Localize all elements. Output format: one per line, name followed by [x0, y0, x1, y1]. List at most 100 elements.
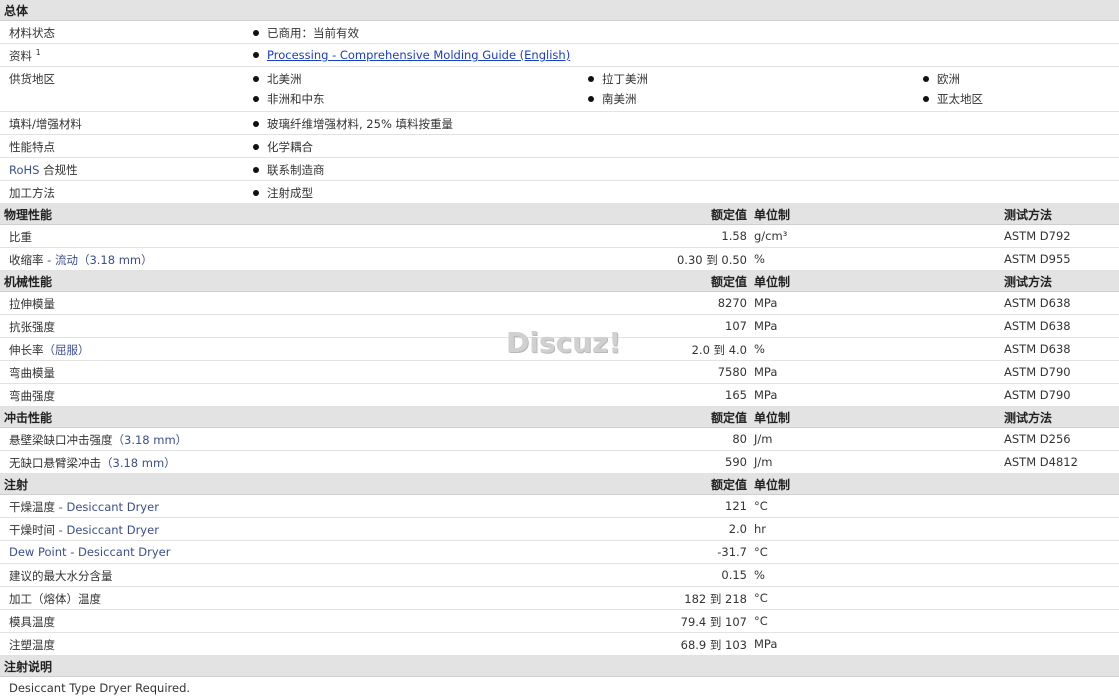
row-label: 模具温度 [9, 615, 55, 629]
row-value: 0.30 到 0.50 [676, 253, 747, 267]
row-unit: J/m [754, 432, 773, 446]
row-unit: % [754, 568, 765, 582]
bullet-item: 已商用：当前有效 [253, 25, 359, 41]
table-row: 建议的最大水分含量 0.15 % [0, 564, 1119, 587]
bullet-icon [253, 143, 259, 150]
physical-rows: 比重 1.58 g/cm³ ASTM D792 收缩率 - 流动（3.18 mm… [0, 225, 1119, 271]
row-label: 悬壁梁缺口冲击强度（3.18 mm） [9, 433, 188, 447]
row-processing-method: 加工方法 注射成型 [0, 181, 1119, 204]
region-item: 北美洲 [253, 71, 302, 87]
header-method: 测试方法 [1004, 275, 1053, 289]
table-row: 注塑温度 68.9 到 103 MPa [0, 633, 1119, 656]
row-label: 干燥时间 - Desiccant Dryer [9, 523, 159, 537]
row-value: 182 到 218 [684, 592, 747, 606]
row-unit: MPa [754, 319, 778, 333]
molding-guide-link[interactable]: Processing - Comprehensive Molding Guide… [267, 48, 570, 62]
bullet-icon [253, 189, 259, 196]
bullet-icon [253, 51, 259, 58]
bullet-item: 注射成型 [253, 185, 313, 201]
section-mechanical-header: 机械性能 额定值 单位制 测试方法 [0, 271, 1119, 292]
table-row: 悬壁梁缺口冲击强度（3.18 mm） 80 J/m ASTM D256 [0, 428, 1119, 451]
row-unit: % [754, 342, 765, 356]
row-value: -31.7 [717, 545, 747, 559]
row-method: ASTM D4812 [1004, 455, 1078, 469]
injection-note: Desiccant Type Dryer Required. [0, 677, 1119, 699]
header-unit: 单位制 [754, 275, 791, 289]
header-nominal: 额定值 [710, 478, 747, 492]
bullet-icon [588, 75, 594, 82]
row-value: 7580 [717, 365, 747, 379]
row-unit: °C [754, 614, 768, 628]
row-material-status: 材料状态 已商用：当前有效 [0, 21, 1119, 44]
bullet-icon [253, 29, 259, 36]
header-unit: 单位制 [754, 411, 791, 425]
row-label: 填料/增强材料 [9, 117, 82, 131]
header-nominal: 额定值 [710, 208, 747, 222]
row-availability: 供货地区 北美洲 拉丁美洲 欧洲 非洲和中东 南美洲 亚太地区 [0, 67, 1119, 112]
row-label: 拉伸模量 [9, 297, 55, 311]
bullet-item: 化学耦合 [253, 139, 313, 155]
row-value: 2.0 到 4.0 [691, 343, 747, 357]
table-row: Dew Point - Desiccant Dryer -31.7 °C [0, 541, 1119, 564]
region-item: 南美洲 [588, 91, 637, 107]
row-label: 资料 1 [9, 48, 41, 63]
row-method: ASTM D638 [1004, 319, 1071, 333]
bullet-icon [253, 166, 259, 173]
header-unit: 单位制 [754, 478, 791, 492]
section-impact-header: 冲击性能 额定值 单位制 测试方法 [0, 407, 1119, 428]
row-method: ASTM D790 [1004, 388, 1071, 402]
bullet-icon [253, 120, 259, 127]
row-label: 供货地区 [9, 72, 55, 86]
section-general-header: 总体 [0, 0, 1119, 21]
row-documents: 资料 1 Processing - Comprehensive Molding … [0, 44, 1119, 67]
row-features: 性能特点 化学耦合 [0, 135, 1119, 158]
region-item: 非洲和中东 [253, 91, 325, 107]
row-unit: MPa [754, 388, 778, 402]
row-unit: MPa [754, 296, 778, 310]
bullet-icon [923, 75, 929, 82]
region-item: 亚太地区 [923, 91, 983, 107]
watermark: Discuz! [506, 326, 622, 359]
table-row: 无缺口悬臂梁冲击（3.18 mm） 590 J/m ASTM D4812 [0, 451, 1119, 474]
section-title: 注射说明 [4, 660, 53, 674]
row-label: 抗张强度 [9, 320, 55, 334]
row-value: 0.15 [721, 568, 747, 582]
row-value: 2.0 [728, 522, 747, 536]
section-physical-header: 物理性能 额定值 单位制 测试方法 [0, 204, 1119, 225]
table-row: 干燥时间 - Desiccant Dryer 2.0 hr [0, 518, 1119, 541]
row-filler: 填料/增强材料 玻璃纤维增强材料, 25% 填料按重量 [0, 112, 1119, 135]
row-value: 1.58 [721, 229, 747, 243]
row-label: 材料状态 [9, 26, 55, 40]
row-value: 8270 [717, 296, 747, 310]
row-label: 收缩率 - 流动（3.18 mm） [9, 253, 153, 267]
row-label: Dew Point - Desiccant Dryer [9, 545, 171, 559]
row-unit: °C [754, 499, 768, 513]
section-title: 物理性能 [4, 208, 53, 222]
region-item: 拉丁美洲 [588, 71, 648, 87]
row-value: 121 [725, 499, 747, 513]
section-injection-header: 注射 额定值 单位制 [0, 474, 1119, 495]
row-label: 干燥温度 - Desiccant Dryer [9, 500, 159, 514]
section-title: 冲击性能 [4, 411, 53, 425]
row-unit: hr [754, 522, 767, 536]
row-label: 建议的最大水分含量 [9, 569, 113, 583]
row-unit: J/m [754, 455, 773, 469]
row-value: 68.9 到 103 [680, 638, 747, 652]
header-method: 测试方法 [1004, 411, 1053, 425]
row-method: ASTM D792 [1004, 229, 1071, 243]
row-unit: g/cm³ [754, 229, 788, 243]
table-row: 加工（熔体）温度 182 到 218 °C [0, 587, 1119, 610]
bullet-icon [588, 95, 594, 102]
row-label: 弯曲强度 [9, 389, 55, 403]
table-row: 弯曲强度 165 MPa ASTM D790 [0, 384, 1119, 407]
row-label: 加工（熔体）温度 [9, 592, 101, 606]
row-rohs: RoHS 合规性 联系制造商 [0, 158, 1119, 181]
section-title: 总体 [4, 4, 29, 18]
bullet-item: 联系制造商 [253, 162, 325, 178]
row-unit: °C [754, 591, 768, 605]
row-unit: MPa [754, 637, 778, 651]
note-text: Desiccant Type Dryer Required. [9, 681, 191, 695]
bullet-item: Processing - Comprehensive Molding Guide… [253, 48, 570, 62]
region-item: 欧洲 [923, 71, 960, 87]
row-method: ASTM D638 [1004, 342, 1071, 356]
